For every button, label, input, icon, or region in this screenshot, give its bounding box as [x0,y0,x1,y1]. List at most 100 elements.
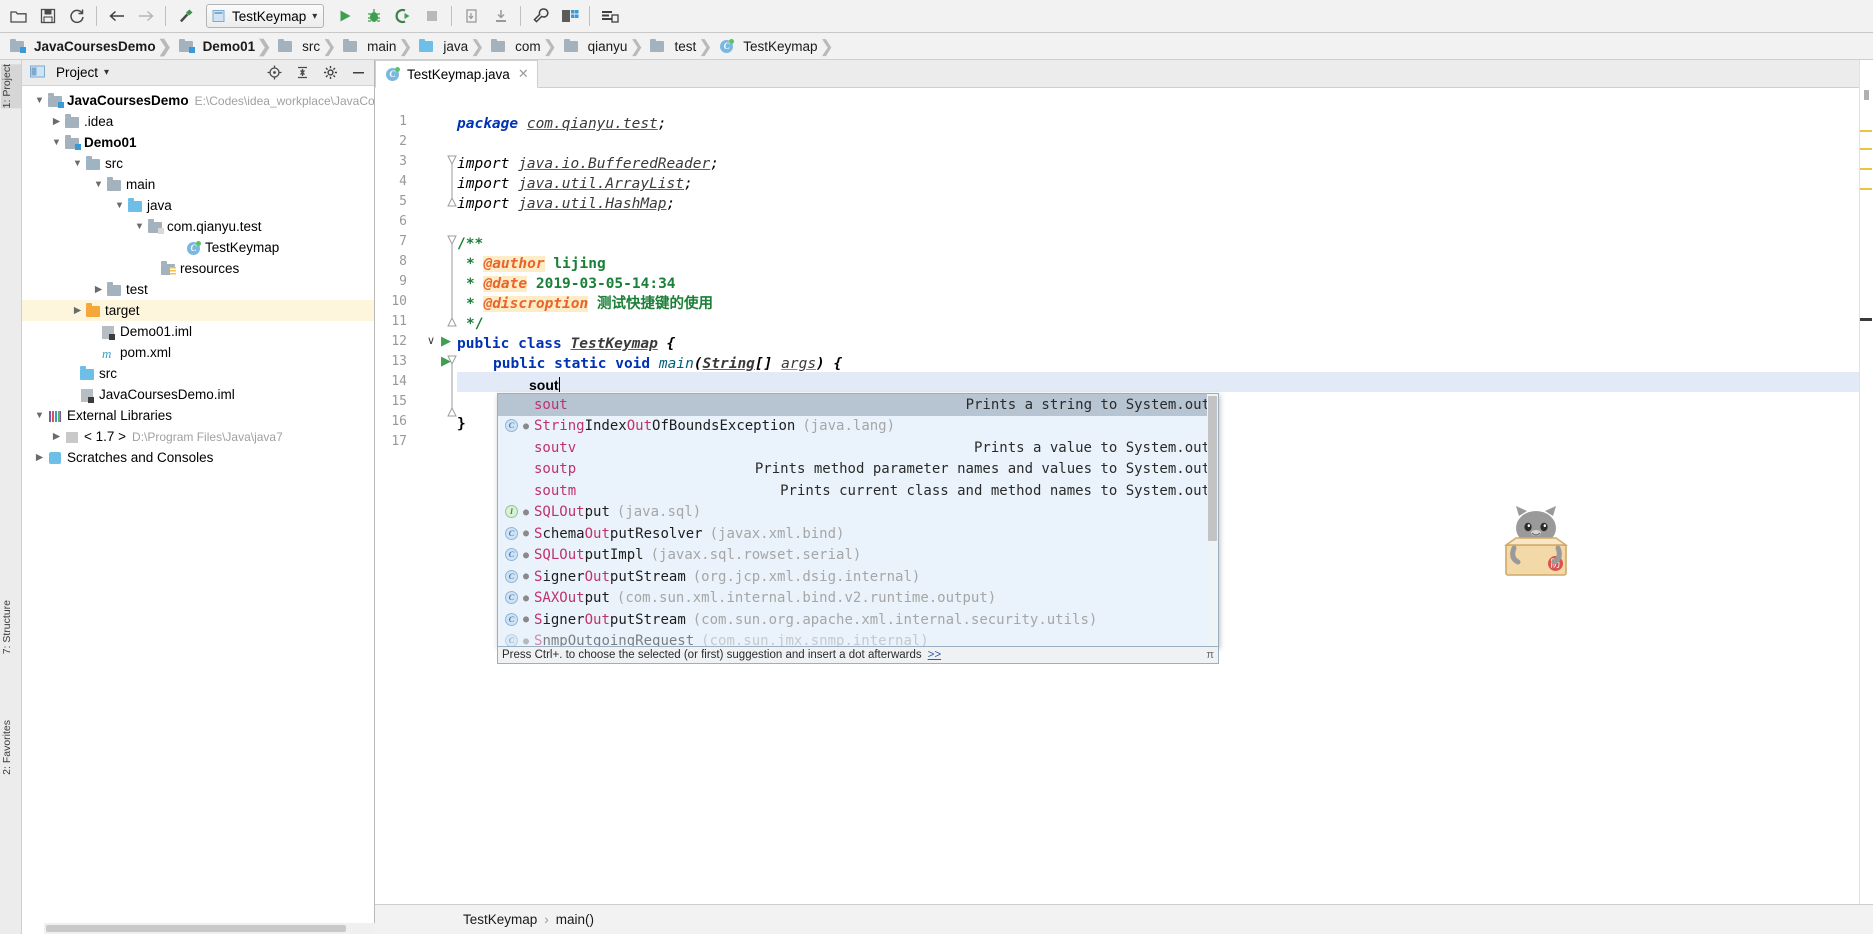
caret-position-marker[interactable] [1860,318,1872,321]
project-horizontal-scrollbar[interactable] [44,923,397,934]
tool-tab-structure[interactable]: 7: Structure [1,600,21,654]
settings-gear-icon[interactable] [319,63,341,83]
sdk-manager-icon[interactable] [595,3,624,29]
completion-item-saxoutput[interactable]: C ● SAXOutput (com.sun.xml.internal.bind… [498,588,1218,610]
close-icon[interactable]: ✕ [518,66,529,82]
tree-row-pom-xml[interactable]: m pom.xml [22,342,374,363]
fold-chevron-icon[interactable]: ∨ [427,334,435,347]
chevron-down-icon[interactable]: ▼ [32,95,47,106]
completion-scrollbar[interactable] [1207,394,1218,646]
tree-row-external-libraries[interactable]: ▼ External Libraries [22,405,374,426]
chevron-down-icon[interactable]: ▾ [312,11,317,22]
tree-row-javacoursesdemo-iml[interactable]: JavaCoursesDemo.iml [22,384,374,405]
breadcrumb-item-qianyu[interactable]: qianyu ❯ [554,33,644,60]
tree-row-scratches[interactable]: ▶ Scratches and Consoles [22,447,374,468]
completion-item-stringindexoutofboundsexception[interactable]: C ● StringIndexOutOfBoundsException (jav… [498,416,1218,438]
chevron-right-icon[interactable]: ▶ [32,452,47,463]
code-editor[interactable]: 1 2 3 4 5 6 7 8 9 10 11 12 13 14 15 16 1… [375,88,1873,934]
completion-item-soutv[interactable]: soutv Prints a value to System.out [498,437,1218,459]
settings-wrench-icon[interactable] [526,3,555,29]
run-with-coverage-icon[interactable] [388,3,417,29]
tree-row-src[interactable]: ▼ src [22,153,374,174]
scrollbar-thumb[interactable] [46,925,346,932]
chevron-down-icon[interactable]: ▼ [112,200,127,211]
chevron-right-icon[interactable]: ▶ [91,284,106,295]
completion-item-snmpoutgoingrequest[interactable]: C ● SnmpOutgoingRequest (com.sun.jmx.snm… [498,631,1218,647]
editor-marker-strip[interactable] [1859,60,1873,934]
project-tree[interactable]: ▼ JavaCoursesDemo E:\Codes\idea_workplac… [22,86,374,906]
tree-row-test[interactable]: ▶ test [22,279,374,300]
tool-tab-project[interactable]: 1: Project [1,64,21,109]
scrollbar-thumb[interactable] [1864,90,1869,100]
breadcrumb-item-testkeymap[interactable]: C TestKeymap ❯ [709,33,834,60]
tree-row-java[interactable]: ▼ java [22,195,374,216]
completion-item-signeroutputstream-apache[interactable]: C ● SignerOutputStream (com.sun.org.apac… [498,609,1218,631]
tree-row-target[interactable]: ▶ target [22,300,374,321]
scrollbar-thumb[interactable] [1208,396,1217,541]
forward-icon[interactable] [131,3,160,29]
breadcrumb-item-src[interactable]: src ❯ [268,33,336,60]
completion-item-sout[interactable]: sout Prints a string to System.out [498,394,1218,416]
back-icon[interactable] [102,3,131,29]
debug-icon[interactable] [359,3,388,29]
breadcrumb-item-java[interactable]: java ❯ [409,33,484,60]
update-project-icon[interactable] [457,3,486,29]
tree-row-javacoursesdemo[interactable]: ▼ JavaCoursesDemo E:\Codes\idea_workplac… [22,90,374,111]
text-caret [558,377,560,392]
tree-row-idea[interactable]: ▶ .idea [22,111,374,132]
tree-row-demo01-iml[interactable]: Demo01.iml [22,321,374,342]
tree-row-src-root[interactable]: src [22,363,374,384]
chevron-down-icon[interactable]: ▼ [91,179,106,190]
completion-hint-link[interactable]: >> [928,649,941,661]
tree-row-testkeymap[interactable]: C TestKeymap [22,237,374,258]
sync-icon[interactable] [62,3,91,29]
warning-marker[interactable] [1860,130,1872,132]
completion-item-schemaoutputresolver[interactable]: C ● SchemaOutputResolver (javax.xml.bind… [498,523,1218,545]
open-icon[interactable] [4,3,33,29]
completion-label: soutp [534,461,577,478]
save-all-icon[interactable] [33,3,62,29]
completion-item-signeroutputstream-jcp[interactable]: C ● SignerOutputStream (org.jcp.xml.dsig… [498,566,1218,588]
locate-in-tree-icon[interactable] [263,63,285,83]
chevron-right-icon[interactable]: ▶ [70,305,85,316]
tool-tab-favorites[interactable]: 2: Favorites [1,720,21,775]
chevron-down-icon[interactable]: ▼ [132,221,147,232]
breadcrumb-item-com[interactable]: com ❯ [481,33,557,60]
tree-row-jdk[interactable]: ▶ < 1.7 > D:\Program Files\Java\java7 [22,426,374,447]
tree-row-demo01[interactable]: ▼ Demo01 [22,132,374,153]
commit-icon[interactable] [486,3,515,29]
breadcrumb-item-demo01[interactable]: Demo01 ❯ [169,33,271,60]
completion-item-soutp[interactable]: soutp Prints method parameter names and … [498,459,1218,481]
warning-marker[interactable] [1860,148,1872,150]
chevron-down-icon[interactable]: ▼ [70,158,85,169]
code-completion-popup[interactable]: sout Prints a string to System.out C ● S… [497,393,1219,647]
breadcrumb-item-main[interactable]: main ❯ [333,33,413,60]
collapse-all-icon[interactable] [291,63,313,83]
run-icon[interactable] [330,3,359,29]
completion-item-soutm[interactable]: soutm Prints current class and method na… [498,480,1218,502]
build-hammer-icon[interactable] [171,3,200,29]
tree-row-package[interactable]: ▼ com.qianyu.test [22,216,374,237]
tree-row-main[interactable]: ▼ main [22,174,374,195]
warning-marker[interactable] [1860,188,1872,190]
pi-icon[interactable]: π [1206,649,1214,661]
editor-tab-testkeymap[interactable]: C TestKeymap.java ✕ [375,60,538,88]
status-breadcrumb-method[interactable]: main() [556,912,594,927]
chevron-down-icon[interactable]: ▾ [104,67,109,78]
lock-icon: ● [522,635,530,647]
chevron-down-icon[interactable]: ▼ [32,410,47,421]
breadcrumb-item-javacoursesdemo[interactable]: JavaCoursesDemo ❯ [0,33,172,60]
stop-icon[interactable] [417,3,446,29]
hide-panel-icon[interactable] [347,63,369,83]
chevron-right-icon[interactable]: ▶ [49,431,64,442]
chevron-right-icon[interactable]: ▶ [49,116,64,127]
status-breadcrumb-class[interactable]: TestKeymap [463,912,537,927]
tree-row-resources[interactable]: resources [22,258,374,279]
completion-item-sqloutputimpl[interactable]: C ● SQLOutputImpl (javax.sql.rowset.seri… [498,545,1218,567]
chevron-down-icon[interactable]: ▼ [49,137,64,148]
project-structure-icon[interactable] [555,3,584,29]
warning-marker[interactable] [1860,168,1872,170]
run-configuration-selector[interactable]: TestKeymap ▾ [206,4,325,28]
completion-item-sqloutput[interactable]: I ● SQLOutput (java.sql) [498,502,1218,524]
breadcrumb-item-test[interactable]: test ❯ [640,33,712,60]
